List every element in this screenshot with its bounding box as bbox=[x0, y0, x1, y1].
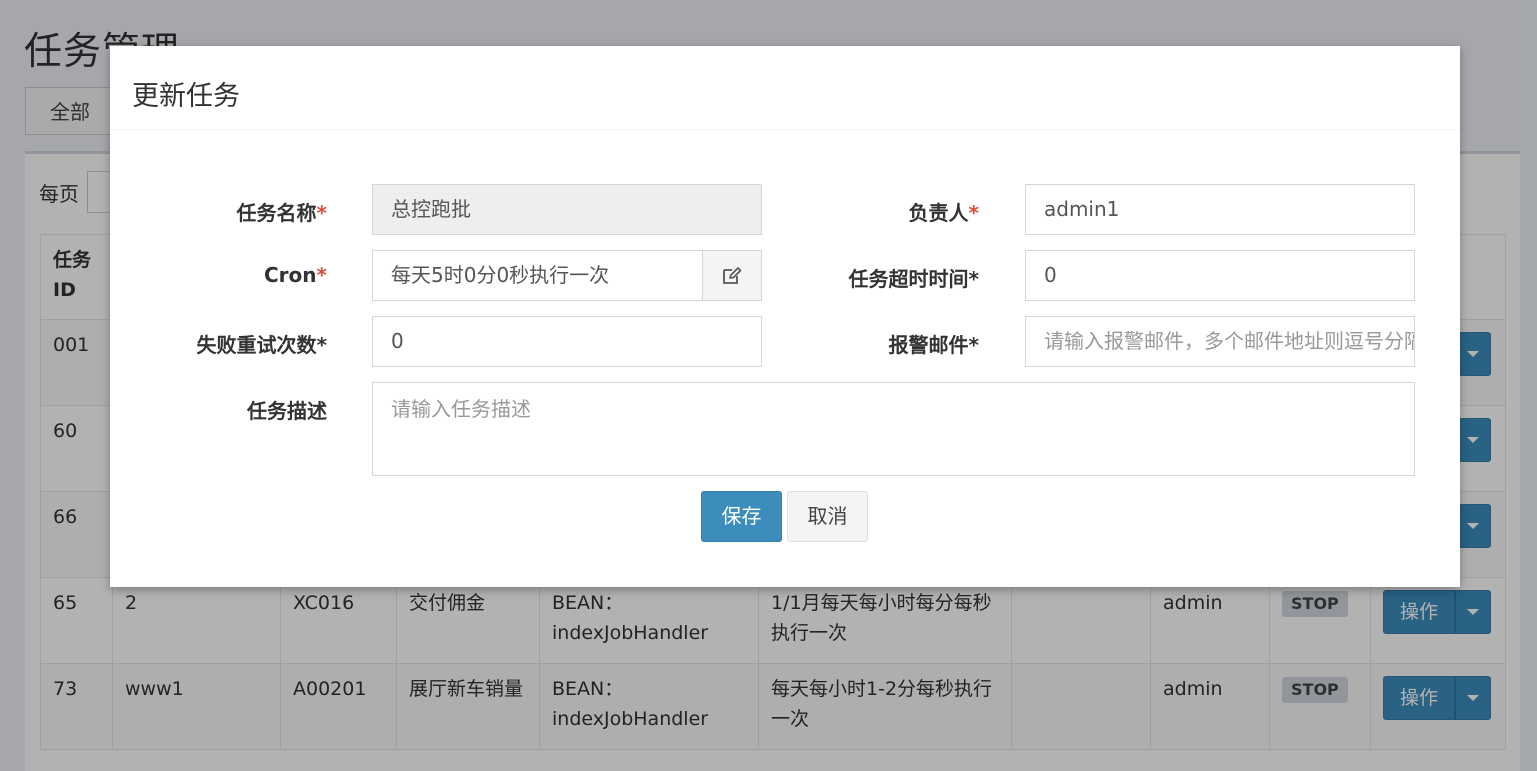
retry-input[interactable]: 0 bbox=[372, 316, 762, 367]
timeout-label: 任务超时时间* bbox=[848, 267, 979, 291]
job-name-input[interactable]: 总控跑批 bbox=[372, 184, 762, 235]
page: 任务管理 全部 每页 任务ID 001 60 66 65 2 XC016 交付佣… bbox=[0, 0, 1537, 771]
edit-icon bbox=[723, 266, 742, 284]
owner-input[interactable]: admin1 bbox=[1025, 184, 1415, 235]
alarm-email-label: 报警邮件* bbox=[888, 333, 979, 357]
modal-header: 更新任务 bbox=[110, 46, 1460, 130]
required-mark: * bbox=[316, 201, 327, 225]
cron-label-text: Cron bbox=[264, 263, 317, 287]
save-button[interactable]: 保存 bbox=[701, 491, 782, 542]
cron-input[interactable]: 每天5时0分0秒执行一次 bbox=[372, 250, 703, 301]
alarm-email-input[interactable]: 请输入报警邮件，多个邮件地址则逗号分隔 bbox=[1025, 316, 1415, 367]
alarm-email-placeholder: 请输入报警邮件，多个邮件地址则逗号分隔 bbox=[1044, 329, 1415, 353]
update-job-modal: 更新任务 任务名称* 总控跑批 负责人* admin1 Cron* 每天5时0分… bbox=[110, 46, 1460, 587]
job-name-label: 任务名称* bbox=[110, 197, 327, 226]
description-textarea[interactable]: 请输入任务描述 bbox=[372, 382, 1415, 476]
required-mark: * bbox=[316, 263, 327, 287]
description-placeholder: 请输入任务描述 bbox=[391, 397, 531, 421]
owner-label: 负责人* bbox=[750, 197, 979, 226]
retry-label: 失败重试次数* bbox=[196, 333, 327, 357]
owner-label-text: 负责人 bbox=[908, 201, 969, 225]
modal-title: 更新任务 bbox=[132, 81, 240, 112]
job-name-label-text: 任务名称 bbox=[236, 201, 317, 225]
required-mark: * bbox=[968, 201, 979, 225]
description-label: 任务描述 bbox=[247, 399, 327, 423]
cancel-button[interactable]: 取消 bbox=[787, 491, 868, 542]
timeout-input[interactable]: 0 bbox=[1025, 250, 1415, 301]
cron-label: Cron* bbox=[110, 263, 327, 287]
